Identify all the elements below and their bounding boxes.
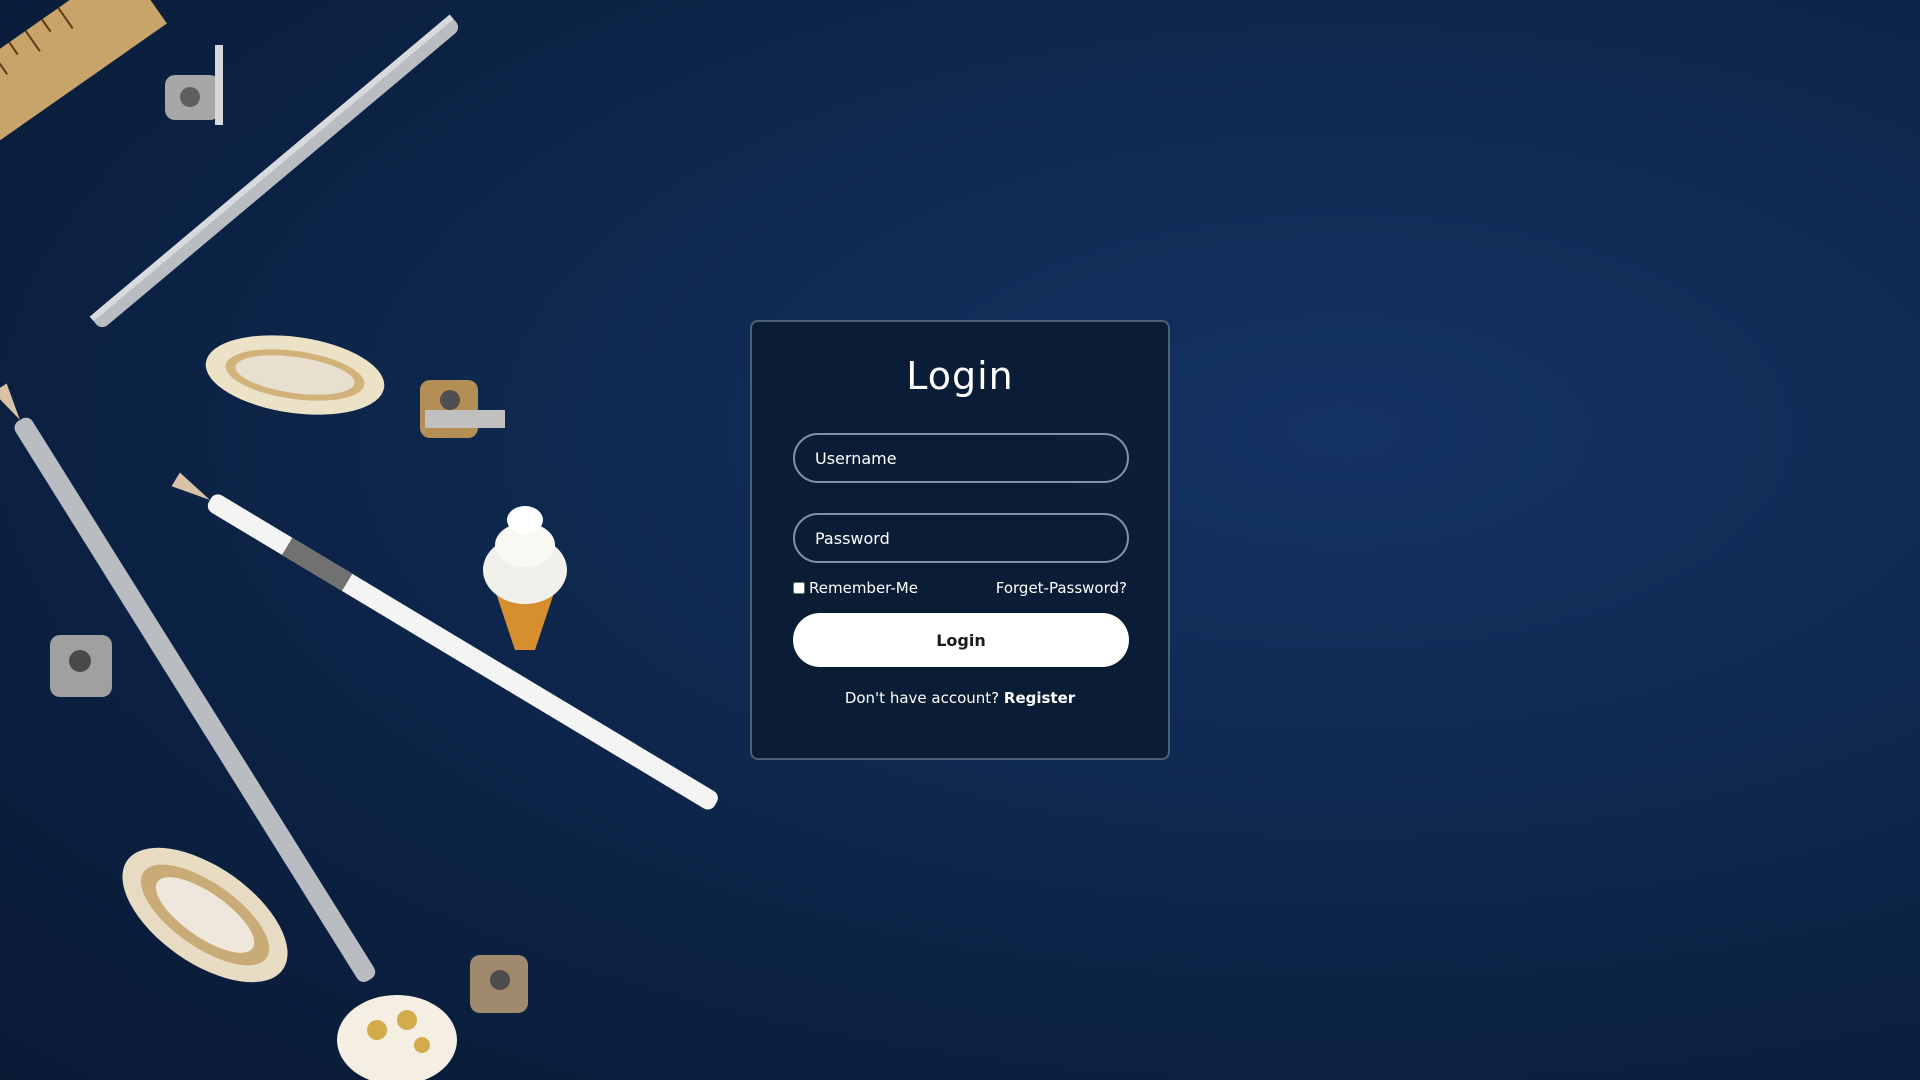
register-prompt: Don't have account? [844, 689, 1000, 707]
login-card: Login Remember-Me Forget-Password? Login… [750, 320, 1170, 760]
register-row: Don't have account? Register [793, 689, 1127, 707]
remember-me-control[interactable]: Remember-Me [793, 579, 918, 597]
password-field[interactable] [793, 513, 1129, 563]
register-link[interactable]: Register [1004, 689, 1075, 707]
login-options-row: Remember-Me Forget-Password? [793, 579, 1127, 597]
username-field[interactable] [793, 433, 1129, 483]
stationery-background-image [0, 0, 718, 1080]
password-input[interactable] [815, 528, 1107, 548]
remember-me-label: Remember-Me [809, 579, 918, 597]
remember-me-checkbox[interactable] [793, 582, 805, 594]
username-input[interactable] [815, 448, 1107, 468]
login-page: Login Remember-Me Forget-Password? Login… [0, 0, 1920, 1080]
login-title: Login [906, 354, 1014, 398]
forgot-password-link[interactable]: Forget-Password? [996, 579, 1127, 597]
login-button[interactable]: Login [793, 613, 1129, 667]
